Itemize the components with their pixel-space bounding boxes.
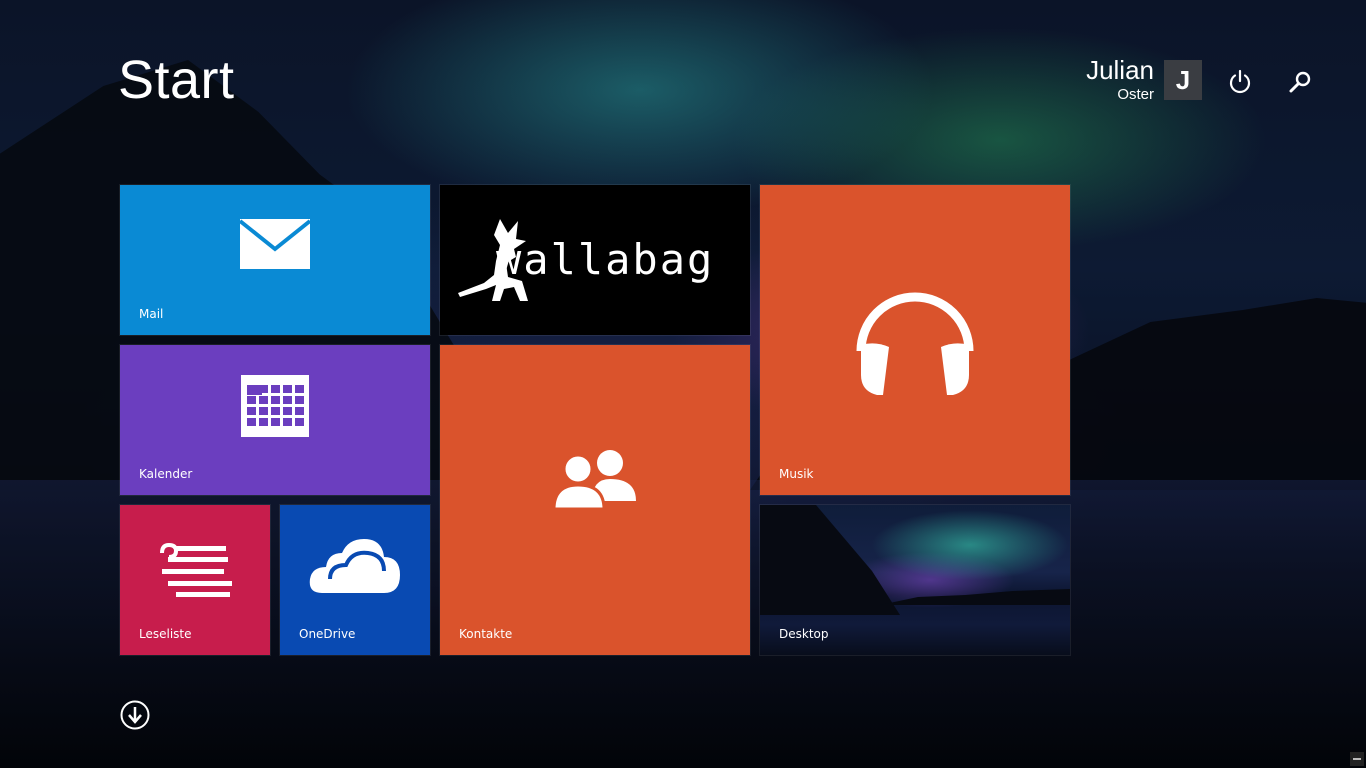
power-icon <box>1229 69 1251 94</box>
arrow-down-circle-icon <box>120 700 150 730</box>
zoom-out-icon[interactable] <box>1350 752 1364 766</box>
reading-list-icon <box>160 543 232 597</box>
user-account[interactable]: Julian Oster J <box>1060 55 1202 103</box>
tile-label: Desktop <box>779 627 829 641</box>
tile-label: Kontakte <box>459 627 513 641</box>
tile-label: Kalender <box>139 467 193 481</box>
page-title: Start <box>118 50 235 110</box>
desktop-wallpaper-shore <box>880 589 1070 605</box>
tile-label: Mail <box>139 307 164 321</box>
tile-label: Leseliste <box>139 627 192 641</box>
search-icon <box>1289 71 1311 93</box>
power-button[interactable] <box>1224 66 1256 98</box>
tile-kontakte[interactable]: Kontakte <box>439 344 751 656</box>
tile-leseliste[interactable]: Leseliste <box>119 504 271 656</box>
all-apps-button[interactable] <box>120 700 150 730</box>
tile-wallabag[interactable]: wallabag <box>439 184 751 336</box>
tile-desktop[interactable]: Desktop <box>759 504 1071 656</box>
avatar[interactable]: J <box>1164 60 1202 100</box>
mail-envelope-icon <box>240 219 310 269</box>
people-icon <box>552 450 636 511</box>
tile-onedrive[interactable]: OneDrive <box>279 504 431 656</box>
headphones-icon <box>856 292 974 395</box>
desktop-wallpaper-thumbnail <box>760 505 900 615</box>
user-last-name: Oster <box>1117 86 1154 103</box>
tile-musik[interactable]: Musik <box>759 184 1071 496</box>
tile-label: OneDrive <box>299 627 356 641</box>
user-first-name: Julian <box>1086 55 1154 85</box>
cloud-icon <box>309 539 400 593</box>
tile-mail[interactable]: Mail <box>119 184 431 336</box>
wallabag-logo-text: wallabag <box>496 235 715 284</box>
tile-kalender[interactable]: Kalender <box>119 344 431 496</box>
calendar-icon <box>241 375 309 437</box>
search-button[interactable] <box>1284 66 1316 98</box>
tile-label: Musik <box>779 467 814 481</box>
